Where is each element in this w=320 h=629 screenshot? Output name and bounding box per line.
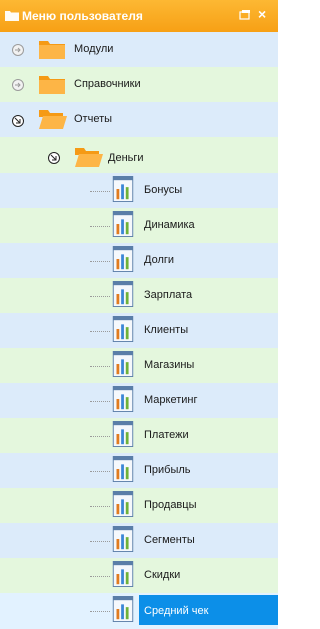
tree-item-label: Отчеты: [74, 113, 113, 125]
close-icon[interactable]: ×: [258, 6, 266, 22]
tree-item-modules[interactable]: Модули: [0, 32, 278, 67]
panel-title: Меню пользователя: [22, 9, 143, 23]
tree-item-report[interactable]: Клиенты: [0, 313, 278, 348]
report-icon: [112, 491, 134, 517]
folder-icon: [5, 11, 19, 21]
collapse-icon[interactable]: [48, 152, 60, 164]
tree-item-label: Прибыль: [144, 464, 191, 476]
panel-header: Меню пользователя ×: [0, 0, 278, 32]
tree-item-label: Динамика: [144, 219, 195, 231]
tree-connector: [90, 611, 110, 612]
open-folder-icon: [39, 110, 67, 129]
tree-item-report[interactable]: Зарплата: [0, 278, 278, 313]
expand-icon[interactable]: [12, 79, 24, 91]
tree-item-report[interactable]: Скидки: [0, 558, 278, 593]
folder-icon: [39, 76, 65, 94]
tree-item-report[interactable]: Платежи: [0, 418, 278, 453]
tree-item-report[interactable]: Долги: [0, 243, 278, 278]
report-icon: [112, 246, 134, 272]
tree-connector: [90, 226, 110, 227]
tree-item-money[interactable]: Деньги: [0, 137, 278, 173]
tree-item-label: Клиенты: [144, 324, 189, 336]
tree-connector: [90, 541, 110, 542]
folder-icon: [39, 41, 65, 59]
report-icon: [112, 211, 134, 237]
report-icon: [112, 351, 134, 377]
tree-item-report-selected[interactable]: Средний чек: [0, 593, 278, 629]
tree-connector: [90, 366, 110, 367]
tree-item-label: Магазины: [144, 359, 195, 371]
tree-connector: [90, 506, 110, 507]
tree-item-label: Деньги: [108, 152, 144, 164]
tree-item-report[interactable]: Сегменты: [0, 523, 278, 558]
tree-connector: [90, 191, 110, 192]
tree-item-label: Справочники: [74, 78, 141, 90]
tree-item-label: Маркетинг: [144, 394, 198, 406]
tree-item-label: Скидки: [144, 569, 181, 581]
tree-item-label: Продавцы: [144, 499, 197, 511]
tree-connector: [90, 401, 110, 402]
report-icon: [112, 281, 134, 307]
tree-connector: [90, 576, 110, 577]
tree-item-label: Платежи: [144, 429, 189, 441]
tree-item-report[interactable]: Бонусы: [0, 173, 278, 208]
tree-item-label: Зарплата: [144, 289, 193, 301]
report-icon: [112, 386, 134, 412]
tree-item-label: Средний чек: [144, 605, 209, 617]
tree-item-reports[interactable]: Отчеты: [0, 102, 278, 137]
report-icon: [112, 561, 134, 587]
report-icon: [112, 421, 134, 447]
report-icon: [112, 316, 134, 342]
report-icon: [112, 176, 134, 202]
tree-connector: [90, 331, 110, 332]
expand-icon[interactable]: [12, 44, 24, 56]
tree-item-report[interactable]: Маркетинг: [0, 383, 278, 418]
tree-item-label: Модули: [74, 43, 114, 55]
tree-item-label: Сегменты: [144, 534, 195, 546]
open-folder-icon: [75, 148, 103, 167]
collapse-icon[interactable]: [12, 115, 24, 127]
tree-connector: [90, 436, 110, 437]
tree-connector: [90, 471, 110, 472]
tree-item-label: Долги: [144, 254, 175, 266]
tree-item-report[interactable]: Прибыль: [0, 453, 278, 488]
tree-item-report[interactable]: Продавцы: [0, 488, 278, 523]
pin-icon[interactable]: [239, 9, 251, 21]
tree-connector: [90, 261, 110, 262]
tree-item-references[interactable]: Справочники: [0, 67, 278, 102]
report-icon: [112, 526, 134, 552]
report-icon: [112, 596, 134, 622]
tree-item-report[interactable]: Динамика: [0, 208, 278, 243]
tree-connector: [90, 296, 110, 297]
tree-item-report[interactable]: Магазины: [0, 348, 278, 383]
report-icon: [112, 456, 134, 482]
tree-item-label: Бонусы: [144, 184, 183, 196]
